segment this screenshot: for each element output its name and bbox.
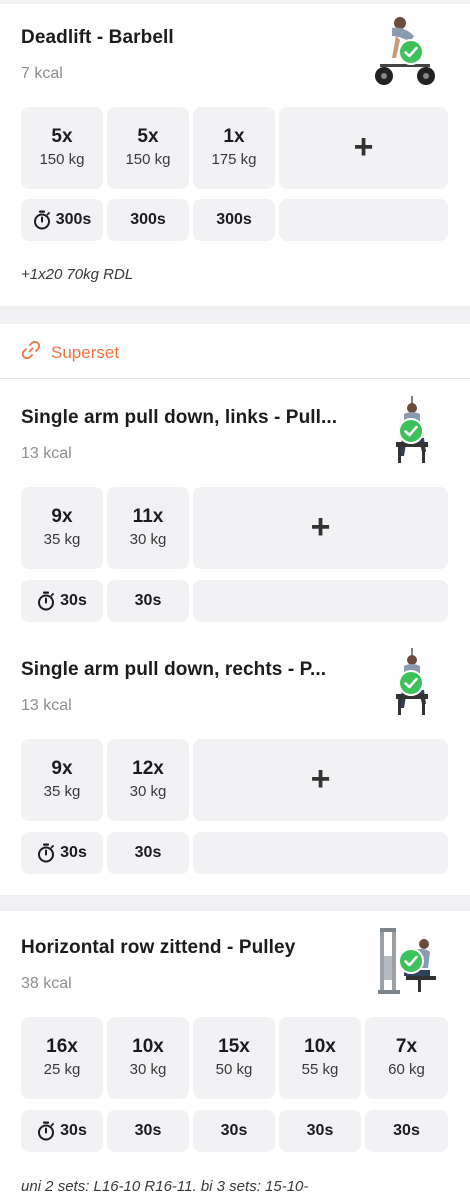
rest-cell[interactable]: 300s (21, 199, 103, 241)
set-cell[interactable]: 16x 25 kg (21, 1017, 103, 1099)
set-cell[interactable]: 1x 175 kg (193, 107, 275, 189)
set-reps: 15x (218, 1036, 250, 1057)
set-cell[interactable]: 10x 30 kg (107, 1017, 189, 1099)
set-reps: 16x (46, 1036, 78, 1057)
set-reps: 10x (132, 1036, 164, 1057)
exercise-kcal: 13 kcal (21, 697, 72, 714)
rest-duration: 30s (220, 1122, 248, 1139)
exercise-title[interactable]: Deadlift - Barbell (21, 27, 174, 49)
rest-cell[interactable]: 30s (21, 832, 103, 874)
set-weight: 150 kg (39, 151, 85, 168)
completed-check-icon (398, 39, 424, 65)
rest-cell[interactable]: 30s (107, 580, 189, 622)
completed-check-icon (398, 418, 424, 444)
set-weight: 35 kg (43, 783, 81, 800)
add-set-button[interactable]: + (279, 107, 448, 189)
rest-cell[interactable]: 300s (193, 199, 275, 241)
set-reps: 1x (223, 126, 245, 147)
rest-duration: 300s (130, 211, 166, 228)
exercise-thumbnail[interactable] (374, 926, 436, 994)
rest-cell[interactable]: 30s (107, 1110, 189, 1152)
set-weight: 30 kg (129, 531, 167, 548)
set-weight: 60 kg (388, 1061, 425, 1078)
rest-cell[interactable]: 30s (365, 1110, 448, 1152)
rest-cell-empty[interactable] (193, 580, 448, 622)
rest-duration: 30s (134, 592, 162, 609)
set-cell[interactable]: 11x 30 kg (107, 487, 189, 569)
set-weight: 175 kg (211, 151, 257, 168)
plus-icon: + (310, 759, 331, 798)
add-set-button[interactable]: + (193, 487, 448, 569)
rest-duration: 30s (134, 844, 162, 861)
set-reps: 12x (132, 758, 164, 779)
exercise-thumbnail[interactable] (388, 648, 450, 715)
stopwatch-icon (37, 591, 55, 611)
superset-label: Superset (51, 342, 120, 362)
rest-duration: 300s (55, 211, 92, 228)
section-separator (0, 895, 470, 911)
rest-duration: 30s (134, 1122, 162, 1139)
superset-header[interactable]: Superset (21, 340, 119, 365)
set-weight: 150 kg (125, 151, 171, 168)
rest-duration: 30s (60, 592, 87, 609)
set-reps: 5x (51, 126, 73, 147)
exercise-kcal: 7 kcal (21, 65, 63, 82)
rest-cell[interactable]: 30s (193, 1110, 275, 1152)
add-set-button[interactable]: + (193, 739, 448, 821)
set-weight: 30 kg (129, 1061, 167, 1078)
stopwatch-icon (37, 843, 55, 863)
exercise-title[interactable]: Horizontal row zittend - Pulley (21, 937, 295, 959)
set-reps: 11x (132, 506, 164, 527)
set-reps: 9x (51, 506, 73, 527)
stopwatch-icon (33, 210, 51, 230)
rest-cell[interactable]: 30s (21, 1110, 103, 1152)
exercise-kcal: 38 kcal (21, 975, 72, 992)
rest-cell[interactable]: 300s (107, 199, 189, 241)
stopwatch-icon (37, 1121, 55, 1141)
completed-check-icon (398, 948, 424, 974)
completed-check-icon (398, 670, 424, 696)
exercise-note[interactable]: uni 2 sets: L16-10 R16-11. bi 3 sets: 15… (21, 1178, 308, 1195)
set-reps: 7x (395, 1036, 418, 1057)
exercise-title[interactable]: Single arm pull down, rechts - P... (21, 659, 326, 681)
set-weight: 25 kg (43, 1061, 81, 1078)
rest-cell-empty[interactable] (279, 199, 448, 241)
set-cell[interactable]: 9x 35 kg (21, 487, 103, 569)
exercise-note[interactable]: +1x20 70kg RDL (21, 266, 133, 283)
top-separator (0, 0, 470, 4)
plus-icon: + (353, 127, 374, 166)
set-weight: 30 kg (129, 783, 167, 800)
set-weight: 55 kg (301, 1061, 339, 1078)
rest-duration: 30s (306, 1122, 334, 1139)
exercise-thumbnail[interactable] (374, 14, 436, 85)
set-cell[interactable]: 12x 30 kg (107, 739, 189, 821)
rest-cell[interactable]: 30s (279, 1110, 361, 1152)
rest-duration: 30s (60, 844, 87, 861)
set-reps: 5x (137, 126, 159, 147)
exercise-kcal: 13 kcal (21, 445, 72, 462)
set-reps: 10x (304, 1036, 336, 1057)
section-separator (0, 306, 470, 324)
plus-icon: + (310, 507, 331, 546)
rest-cell[interactable]: 30s (107, 832, 189, 874)
set-cell[interactable]: 10x 55 kg (279, 1017, 361, 1099)
set-weight: 35 kg (43, 531, 81, 548)
set-cell[interactable]: 7x 60 kg (365, 1017, 448, 1099)
exercise-title[interactable]: Single arm pull down, links - Pull... (21, 407, 337, 429)
rest-duration: 30s (393, 1122, 420, 1139)
set-cell[interactable]: 5x 150 kg (21, 107, 103, 189)
set-weight: 50 kg (215, 1061, 253, 1078)
link-icon (21, 340, 41, 365)
set-cell[interactable]: 5x 150 kg (107, 107, 189, 189)
rest-duration: 30s (60, 1122, 87, 1139)
divider (0, 378, 470, 379)
exercise-thumbnail[interactable] (388, 396, 450, 463)
rest-cell[interactable]: 30s (21, 580, 103, 622)
set-cell[interactable]: 9x 35 kg (21, 739, 103, 821)
set-cell[interactable]: 15x 50 kg (193, 1017, 275, 1099)
rest-cell-empty[interactable] (193, 832, 448, 874)
rest-duration: 300s (216, 211, 252, 228)
set-reps: 9x (51, 758, 73, 779)
